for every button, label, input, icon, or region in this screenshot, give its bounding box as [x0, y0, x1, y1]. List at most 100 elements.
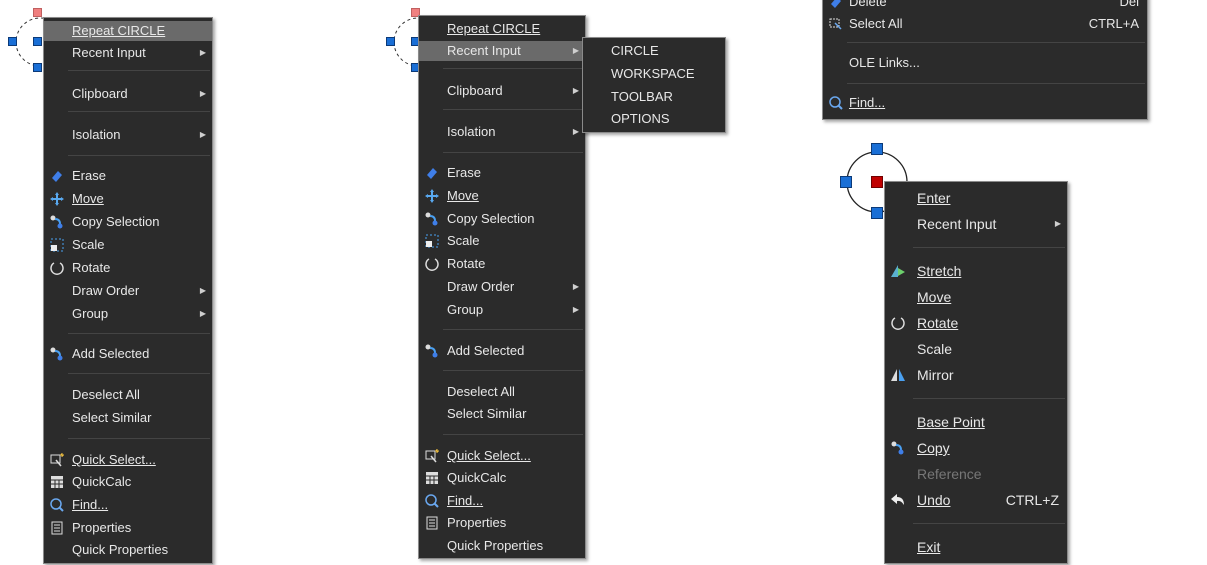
grip-context-menu: Enter Recent Input ▶ Stretch Move Rotate …: [884, 181, 1068, 564]
submenu-item-options[interactable]: OPTIONS: [583, 109, 725, 129]
menu-item-base-point[interactable]: Base Point: [885, 411, 1067, 433]
menu-item-scale[interactable]: Scale: [44, 235, 212, 255]
menu-item-add-selected[interactable]: Add Selected: [44, 344, 212, 364]
menu-item-copy-selection[interactable]: Copy Selection: [419, 209, 585, 229]
menu-item-select-similar[interactable]: Select Similar: [419, 404, 585, 424]
scale-icon: [50, 238, 64, 252]
menu-item-group[interactable]: Group ▶: [44, 304, 212, 324]
menu-item-deselect-all[interactable]: Deselect All: [44, 385, 212, 405]
copy-icon: [425, 212, 438, 226]
submenu-arrow-icon: ▶: [199, 89, 206, 98]
menu-item-stretch[interactable]: Stretch: [885, 260, 1067, 282]
grip-top[interactable]: [33, 8, 42, 17]
menu-item-quick-select[interactable]: Quick Select...: [419, 446, 585, 466]
quick-select-icon: [50, 453, 64, 467]
menu-item-add-selected[interactable]: Add Selected: [419, 341, 585, 361]
submenu-item-workspace[interactable]: WORKSPACE: [583, 64, 725, 84]
undo-icon: [891, 494, 904, 505]
submenu-arrow-icon: ▶: [572, 127, 579, 136]
menu-item-draw-order[interactable]: Draw Order ▶: [44, 281, 212, 301]
menu-item-mirror[interactable]: Mirror: [885, 364, 1067, 386]
mirror-icon: [891, 369, 905, 381]
menu-item-enter[interactable]: Enter: [885, 187, 1067, 209]
menu-item-move[interactable]: Move: [44, 189, 212, 209]
grip-center-base[interactable]: [871, 176, 883, 188]
menu-item-select-all[interactable]: Select All CTRL+A: [823, 14, 1147, 34]
eraser-icon: [427, 168, 437, 179]
add-selected-icon: [425, 344, 438, 358]
rotate-icon: [891, 317, 905, 330]
menu-item-clipboard[interactable]: Clipboard ▶: [419, 81, 585, 101]
submenu-arrow-icon: ▶: [199, 130, 206, 139]
menu-item-deselect-all[interactable]: Deselect All: [419, 382, 585, 402]
copy-icon: [891, 441, 904, 455]
submenu-arrow-icon: ▶: [1054, 219, 1061, 228]
menu-item-repeat-circle[interactable]: Repeat CIRCLE: [44, 21, 212, 41]
menu-item-move[interactable]: Move: [885, 286, 1067, 308]
grip-top[interactable]: [871, 143, 883, 155]
menu-item-delete[interactable]: Delete Del: [823, 0, 1147, 12]
menu-item-rotate[interactable]: Rotate: [419, 254, 585, 274]
menu-item-recent-input[interactable]: Recent Input ▶: [885, 213, 1067, 235]
menu-item-quickcalc[interactable]: QuickCalc: [44, 472, 212, 492]
move-icon: [425, 189, 439, 203]
grip-left[interactable]: [386, 37, 395, 46]
grip-left[interactable]: [840, 176, 852, 188]
menu-item-recent-input[interactable]: Recent Input ▶: [419, 41, 585, 61]
menu-item-group[interactable]: Group ▶: [419, 300, 585, 320]
menu-item-select-similar[interactable]: Select Similar: [44, 408, 212, 428]
context-menu: Repeat CIRCLE Recent Input ▶ Clipboard ▶ I…: [43, 17, 213, 564]
grip-left[interactable]: [8, 37, 17, 46]
menu-item-recent-input[interactable]: Recent Input ▶: [44, 43, 212, 63]
menu-item-isolation[interactable]: Isolation ▶: [44, 125, 212, 145]
grip-bottom[interactable]: [33, 63, 42, 72]
submenu-arrow-icon: ▶: [199, 309, 206, 318]
submenu-arrow-icon: ▶: [199, 286, 206, 295]
menu-item-rotate[interactable]: Rotate: [885, 312, 1067, 334]
menu-item-quick-properties[interactable]: Quick Properties: [419, 536, 585, 556]
submenu-arrow-icon: ▶: [572, 86, 579, 95]
menu-item-undo[interactable]: Undo CTRL+Z: [885, 489, 1067, 511]
menu-item-move[interactable]: Move: [419, 186, 585, 206]
menu-item-find[interactable]: Find...: [419, 491, 585, 511]
menu-item-erase[interactable]: Erase: [419, 163, 585, 183]
menu-item-rotate[interactable]: Rotate: [44, 258, 212, 278]
menu-item-clipboard[interactable]: Clipboard ▶: [44, 84, 212, 104]
menu-item-exit[interactable]: Exit: [885, 536, 1067, 558]
menu-item-quick-properties[interactable]: Quick Properties: [44, 540, 212, 560]
menu-item-copy[interactable]: Copy: [885, 437, 1067, 459]
find-icon: [829, 96, 843, 110]
menu-item-properties[interactable]: Properties: [419, 513, 585, 533]
grip-bottom[interactable]: [871, 207, 883, 219]
menu-item-draw-order[interactable]: Draw Order ▶: [419, 277, 585, 297]
menu-item-scale[interactable]: Scale: [885, 338, 1067, 360]
menu-item-repeat-circle[interactable]: Repeat CIRCLE: [419, 19, 585, 39]
grip-center[interactable]: [33, 37, 42, 46]
menu-item-quick-select[interactable]: Quick Select...: [44, 450, 212, 470]
menu-item-find[interactable]: Find...: [823, 93, 1147, 113]
scale-icon: [425, 234, 439, 248]
stretch-icon: [891, 265, 905, 277]
menu-item-scale[interactable]: Scale: [419, 231, 585, 251]
eraser-icon: [52, 171, 62, 182]
menu-item-isolation[interactable]: Isolation ▶: [419, 122, 585, 142]
eraser-icon: [831, 0, 841, 8]
menu-item-copy-selection[interactable]: Copy Selection: [44, 212, 212, 232]
calculator-icon: [426, 472, 438, 484]
select-all-icon: [829, 18, 842, 30]
menu-item-find[interactable]: Find...: [44, 495, 212, 515]
submenu-item-circle[interactable]: CIRCLE: [583, 41, 725, 61]
quick-select-icon: [425, 449, 439, 463]
menu-item-ole-links[interactable]: OLE Links...: [823, 53, 1147, 73]
submenu-arrow-icon: ▶: [199, 48, 206, 57]
find-icon: [425, 494, 439, 508]
menu-item-properties[interactable]: Properties: [44, 518, 212, 538]
properties-icon: [51, 521, 63, 535]
menu-item-quickcalc[interactable]: QuickCalc: [419, 468, 585, 488]
menu-item-reference: Reference: [917, 466, 982, 482]
context-menu: Repeat CIRCLE Recent Input ▶ Clipboard ▶ I…: [418, 15, 586, 559]
submenu-item-toolbar[interactable]: TOOLBAR: [583, 87, 725, 107]
submenu-arrow-icon: ▶: [572, 305, 579, 314]
clipboard-context-menu: Delete Del Select All CTRL+A OLE Links... …: [822, 0, 1148, 120]
menu-item-erase[interactable]: Erase: [44, 166, 212, 186]
